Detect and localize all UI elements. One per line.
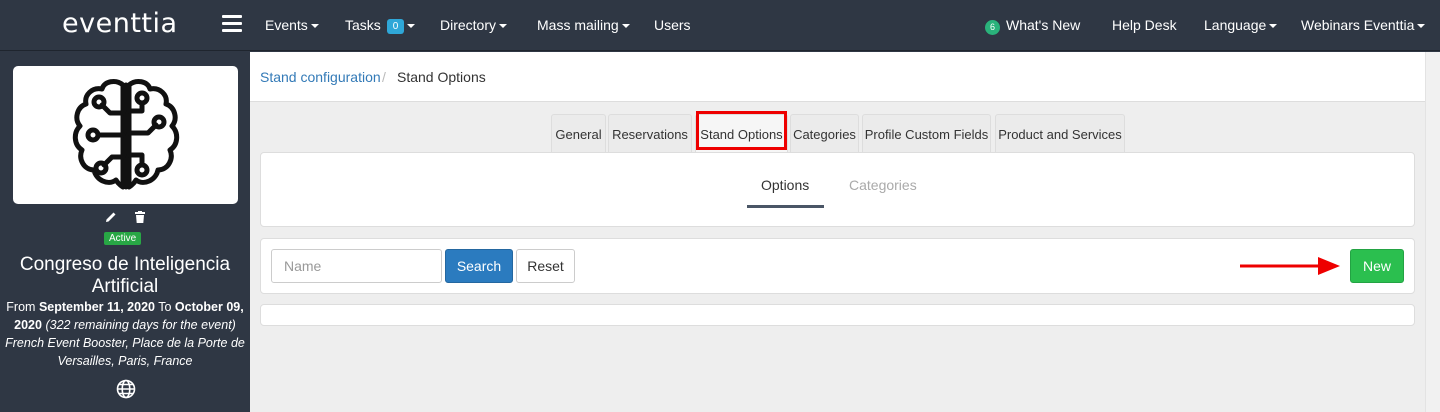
nav-mass-mailing-label: Mass mailing — [537, 17, 619, 33]
active-subtab-indicator — [747, 205, 824, 208]
reset-button[interactable]: Reset — [516, 249, 575, 283]
nav-mass-mailing[interactable]: Mass mailing — [537, 17, 630, 33]
caret-down-icon — [310, 24, 319, 29]
remaining-days: (322 remaining days for the event) — [45, 318, 236, 332]
whats-new-count-badge: 6 — [985, 20, 1000, 35]
pencil-icon[interactable] — [105, 210, 117, 228]
caret-down-icon — [1417, 24, 1426, 29]
tab-profile-custom-fields[interactable]: Profile Custom Fields — [862, 114, 991, 153]
nav-help-desk[interactable]: Help Desk — [1112, 17, 1177, 33]
nav-whats-new[interactable]: 6 What's New — [985, 17, 1080, 35]
caret-down-icon — [407, 24, 416, 29]
subtab-panel — [260, 152, 1415, 227]
main-content: Stand configuration / Stand Options Gene… — [250, 52, 1425, 412]
subtab-options[interactable]: Options — [761, 177, 809, 193]
tab-categories[interactable]: Categories — [790, 114, 859, 153]
results-panel — [260, 304, 1415, 326]
nav-tasks-label: Tasks — [345, 17, 381, 33]
eventtia-logo[interactable]: eventtia — [62, 8, 178, 39]
search-button[interactable]: Search — [445, 249, 513, 283]
event-title: Congreso de Inteligencia Artificial — [19, 254, 231, 297]
tab-reservations[interactable]: Reservations — [608, 114, 692, 153]
nav-language-label: Language — [1204, 17, 1267, 33]
nav-directory-label: Directory — [440, 17, 497, 33]
tasks-count-badge: 0 — [386, 19, 405, 34]
trash-icon[interactable] — [135, 210, 146, 228]
nav-account[interactable]: Webinars Eventtia — [1301, 17, 1426, 33]
event-tools — [0, 210, 250, 228]
to-label: To — [158, 300, 172, 314]
new-button[interactable]: New — [1350, 249, 1404, 283]
hamburger-menu-icon[interactable] — [222, 15, 242, 33]
nav-tasks[interactable]: Tasks 0 — [345, 17, 416, 34]
breadcrumb-stand-configuration[interactable]: Stand configuration — [260, 69, 381, 85]
status-badge: Active — [104, 232, 142, 245]
red-arrow-indicator — [1240, 257, 1340, 275]
nav-events-label: Events — [265, 17, 308, 33]
from-label: From — [6, 300, 36, 314]
breadcrumb-current: Stand Options — [397, 69, 486, 85]
nav-whats-new-label: What's New — [1006, 17, 1081, 33]
breadcrumb: Stand configuration / Stand Options — [250, 52, 1425, 102]
globe-icon[interactable] — [116, 379, 136, 404]
nav-account-label: Webinars Eventtia — [1301, 17, 1415, 33]
nav-language[interactable]: Language — [1204, 17, 1278, 33]
top-navbar: eventtia Events Tasks 0 Directory Mass m… — [0, 0, 1440, 51]
subtab-categories[interactable]: Categories — [849, 177, 917, 193]
caret-down-icon — [621, 24, 630, 29]
breadcrumb-separator: / — [382, 69, 386, 85]
nav-events[interactable]: Events — [265, 17, 319, 33]
caret-down-icon — [499, 24, 508, 29]
tab-general[interactable]: General — [551, 114, 606, 153]
tab-product-and-services[interactable]: Product and Services — [995, 114, 1125, 153]
caret-down-icon — [1269, 24, 1278, 29]
nav-users[interactable]: Users — [654, 17, 691, 33]
event-image — [13, 66, 238, 204]
nav-directory[interactable]: Directory — [440, 17, 508, 33]
start-date: September 11, 2020 — [38, 300, 155, 314]
event-details: From September 11, 2020 To October 09, 2… — [4, 298, 246, 370]
brain-circuit-icon — [72, 79, 179, 190]
name-search-input[interactable] — [271, 249, 442, 283]
event-sidebar: Active Congreso de Inteligencia Artifici… — [0, 52, 250, 412]
tab-stand-options[interactable]: Stand Options — [695, 114, 788, 153]
event-location: French Event Booster, Place de la Porte … — [5, 336, 245, 368]
page-scrollbar[interactable] — [1425, 52, 1440, 412]
